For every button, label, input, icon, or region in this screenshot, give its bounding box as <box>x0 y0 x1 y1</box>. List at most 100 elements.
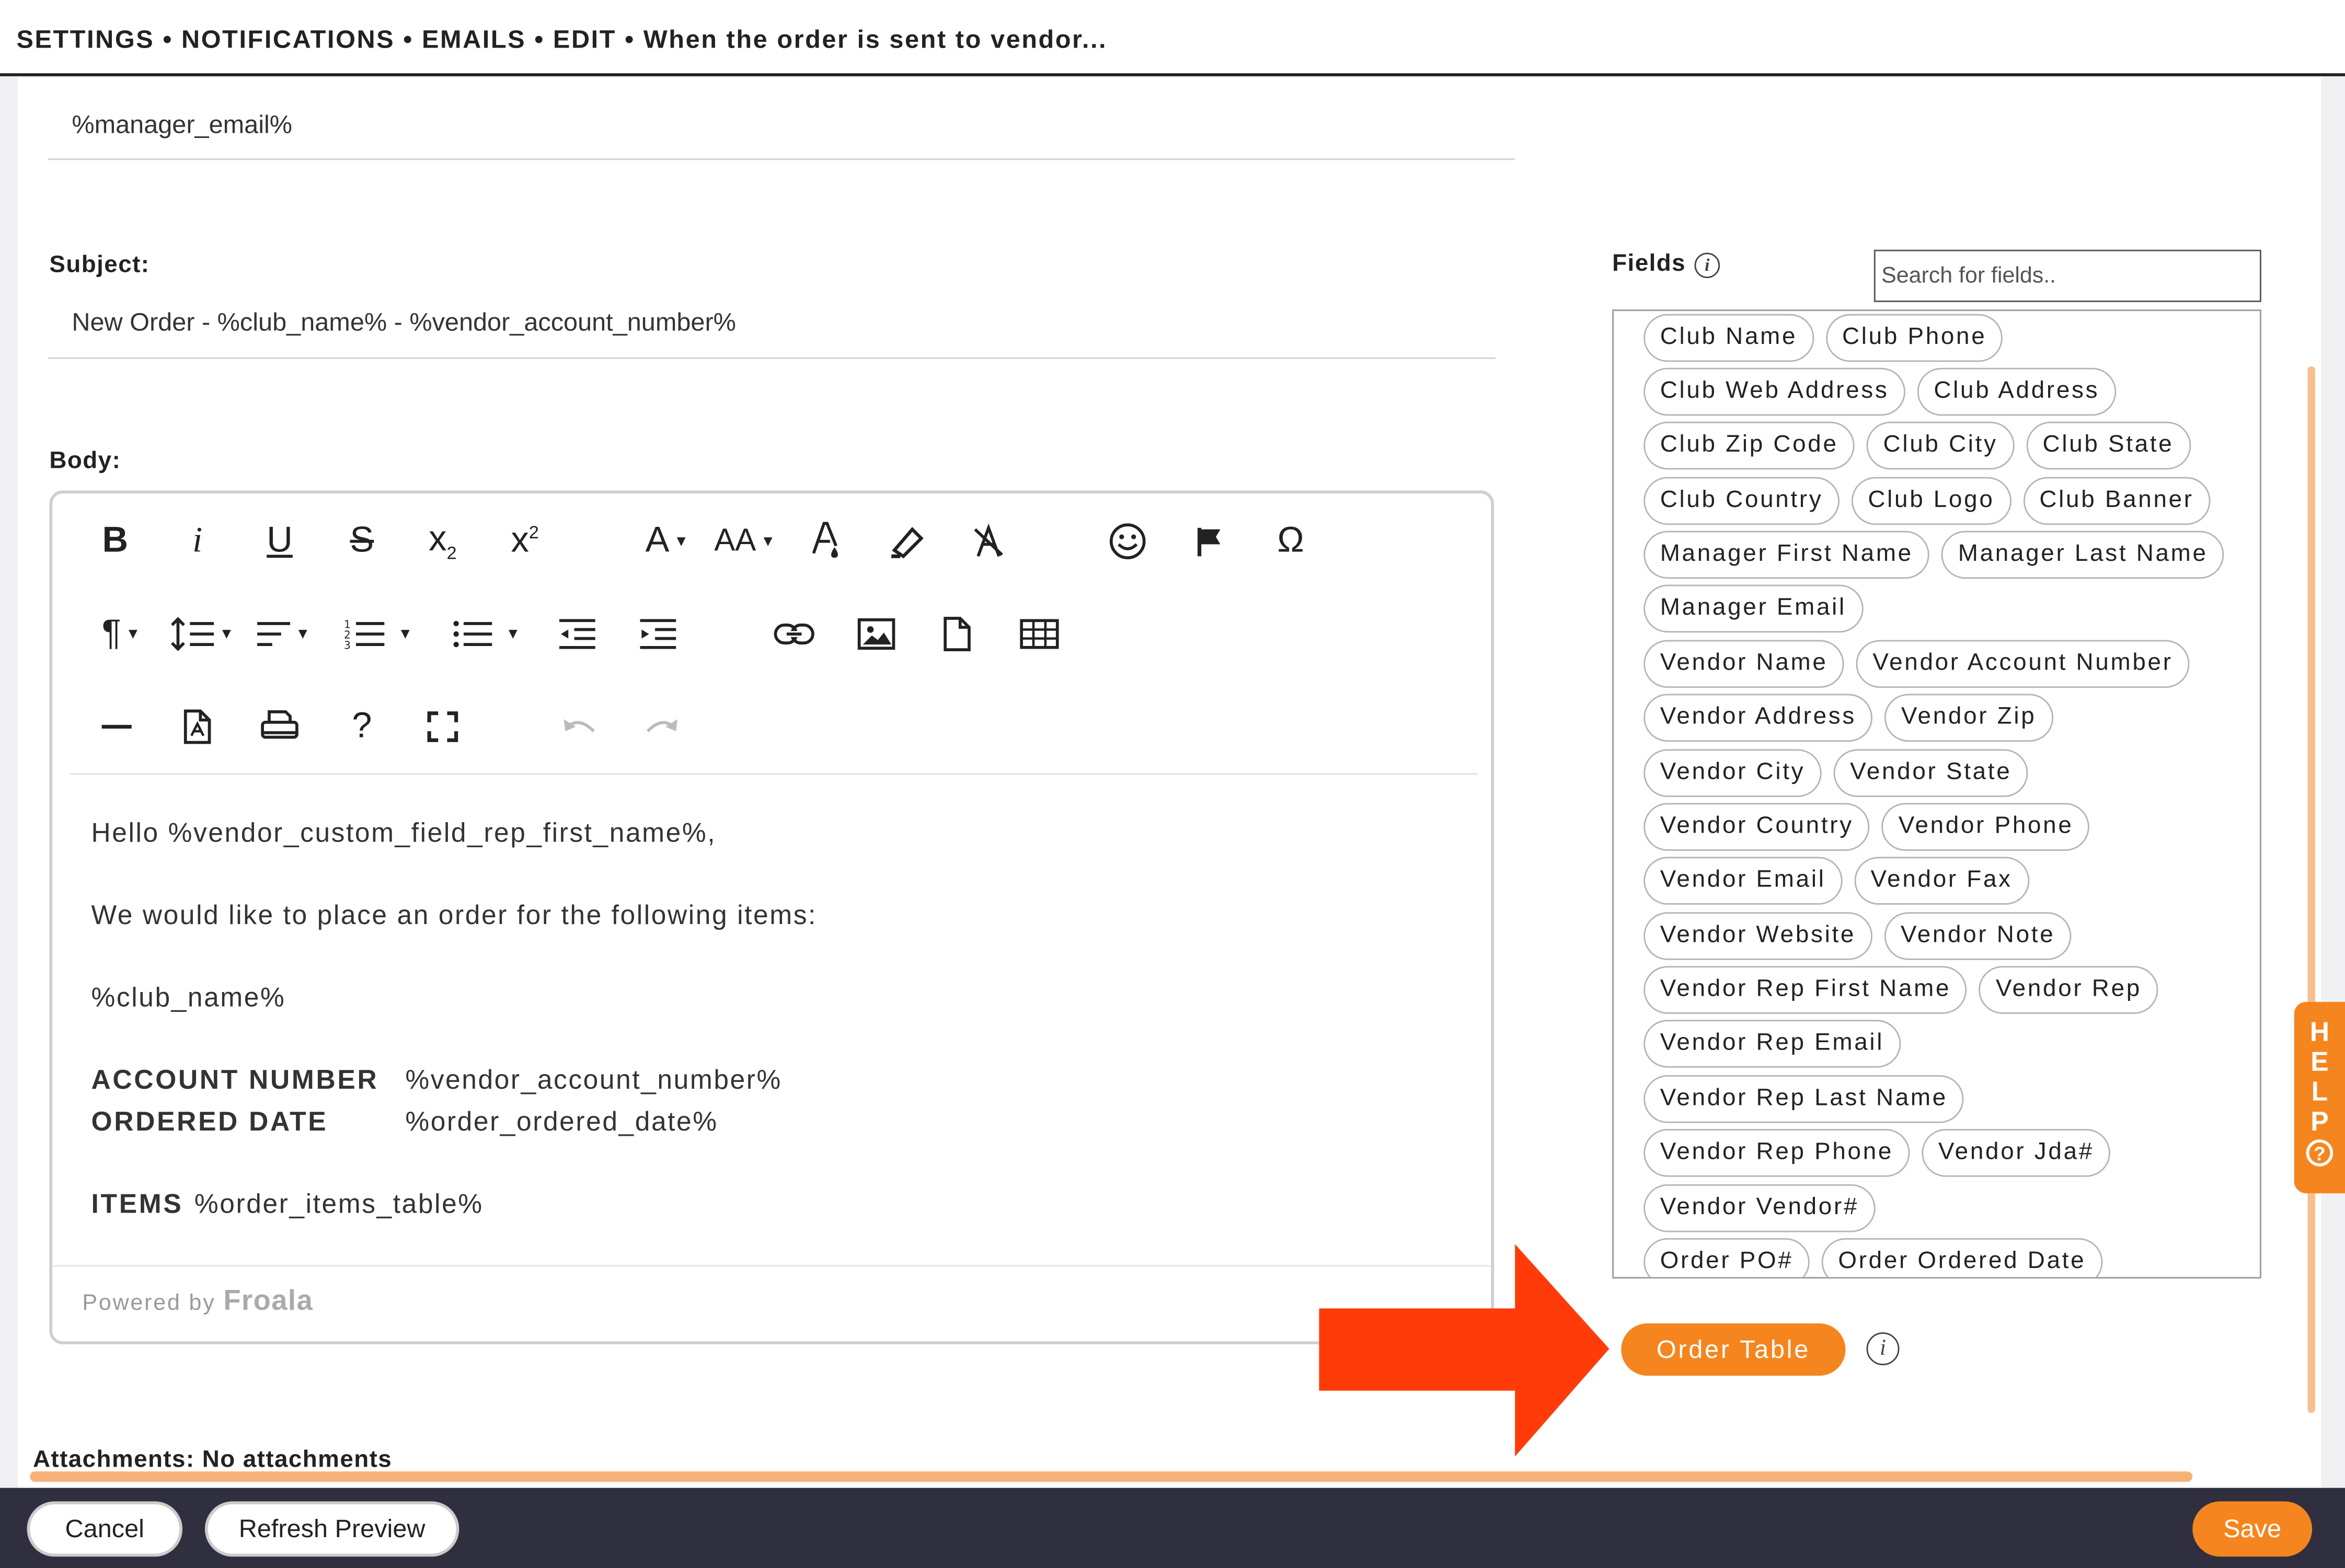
order-table-info-icon[interactable]: i <box>1866 1332 1900 1366</box>
field-chip-row: Club Country Club Logo Club Banner <box>1643 477 2211 525</box>
font-family-button[interactable]: A ▼ <box>636 516 698 567</box>
field-chip-row: Vendor City Vendor State <box>1643 749 2028 797</box>
account-number-label: ACCOUNT NUMBER <box>91 1065 379 1095</box>
field-chip[interactable]: Order PO# <box>1643 1238 1810 1277</box>
field-chip[interactable]: Club City <box>1867 421 2015 470</box>
field-chip[interactable]: Club Address <box>1917 367 2116 416</box>
insert-flag-button[interactable] <box>1185 516 1235 567</box>
field-chip[interactable]: Club Phone <box>1825 314 2003 362</box>
refresh-preview-button[interactable]: Refresh Preview <box>204 1501 459 1557</box>
field-chip[interactable]: Vendor Vendor# <box>1643 1184 1876 1232</box>
indent-icon <box>640 619 676 649</box>
field-chip[interactable]: Club Banner <box>2022 477 2211 525</box>
field-chip[interactable]: Vendor Rep First Name <box>1643 966 1968 1014</box>
font-size-button[interactable]: AA ▼ <box>710 516 779 567</box>
save-button[interactable]: Save <box>2192 1501 2313 1557</box>
horizontal-line-button[interactable] <box>91 701 142 752</box>
order-table-button[interactable]: Order Table <box>1621 1323 1846 1376</box>
clear-formatting-button[interactable] <box>963 516 1014 567</box>
outdent-button[interactable] <box>552 608 603 659</box>
help-tab[interactable]: H E L P ? <box>2294 1001 2345 1194</box>
field-chip[interactable]: Vendor City <box>1643 749 1822 797</box>
line-height-button[interactable]: ▼ <box>166 608 238 659</box>
field-chip[interactable]: Manager First Name <box>1643 531 1930 579</box>
underline-icon: U <box>267 520 293 561</box>
field-chip[interactable]: Vendor Rep Last Name <box>1643 1075 1964 1123</box>
field-chip[interactable]: Club State <box>2026 421 2190 470</box>
underline-button[interactable]: U <box>254 516 305 567</box>
horizontal-scrollbar[interactable] <box>30 1471 2193 1482</box>
fullscreen-button[interactable] <box>417 701 468 752</box>
field-chip-row: Vendor Country Vendor Phone <box>1643 803 2090 851</box>
italic-button[interactable]: i <box>172 516 223 567</box>
chevron-down-icon: ▼ <box>505 626 521 642</box>
toolbar-divider <box>70 773 1478 775</box>
undo-icon <box>564 719 595 733</box>
field-chip[interactable]: Vendor Phone <box>1882 803 2090 851</box>
paragraph-format-button[interactable]: ¶ ▼ <box>88 608 154 659</box>
insert-table-button[interactable] <box>1014 608 1065 659</box>
align-button[interactable]: ▼ <box>250 608 316 659</box>
image-icon <box>857 618 895 650</box>
field-chip[interactable]: Vendor Website <box>1643 912 1872 960</box>
field-chip[interactable]: Vendor Note <box>1884 912 2072 960</box>
field-chip[interactable]: Club Logo <box>1851 477 2011 525</box>
indent-button[interactable] <box>633 608 683 659</box>
field-chip[interactable]: Club Country <box>1643 477 1840 525</box>
special-characters-button[interactable]: Ω <box>1265 516 1316 567</box>
field-chip[interactable]: Vendor State <box>1833 749 2028 797</box>
undo-button[interactable] <box>555 701 605 752</box>
field-chip[interactable]: Club Zip Code <box>1643 421 1855 470</box>
field-chip[interactable]: Vendor Fax <box>1854 857 2029 905</box>
pilcrow-icon: ¶ <box>101 613 121 654</box>
cancel-button[interactable]: Cancel <box>27 1501 183 1557</box>
omega-icon: Ω <box>1277 520 1304 561</box>
subscript-button[interactable]: x2 <box>417 516 468 567</box>
field-chip[interactable]: Manager Email <box>1643 584 1863 633</box>
field-chip[interactable]: Vendor Rep Email <box>1643 1020 1901 1068</box>
field-chip-row: Vendor Rep First Name Vendor Rep <box>1643 966 2158 1014</box>
items-label: ITEMS <box>91 1189 183 1219</box>
field-chip-row: Manager First Name Manager Last Name <box>1643 531 2225 579</box>
info-icon[interactable]: i <box>1695 252 1720 278</box>
field-chip[interactable]: Vendor Jda# <box>1922 1129 2111 1177</box>
froala-logo[interactable]: Froala <box>223 1286 313 1317</box>
text-color-button[interactable] <box>800 516 851 567</box>
field-chip[interactable]: Manager Last Name <box>1941 531 2225 579</box>
superscript-button[interactable]: x2 <box>500 516 550 567</box>
field-chip[interactable]: Vendor Address <box>1643 694 1873 742</box>
redo-button[interactable] <box>636 701 686 752</box>
field-chip[interactable]: Club Name <box>1643 314 1814 362</box>
field-chip[interactable]: Club Web Address <box>1643 367 1906 416</box>
greeting-line: Hello %vendor_custom_field_rep_first_nam… <box>91 817 717 848</box>
field-chip[interactable]: Vendor Name <box>1643 640 1845 688</box>
field-chip[interactable]: Vendor Country <box>1643 803 1870 851</box>
bold-button[interactable]: B <box>90 516 141 567</box>
field-chip-row: Vendor Rep Last Name <box>1643 1075 1964 1123</box>
field-chip-row: Order PO# Order Ordered Date <box>1643 1238 2102 1277</box>
highlight-button[interactable] <box>882 516 933 567</box>
field-chip[interactable]: Order Ordered Date <box>1821 1238 2102 1277</box>
help-button[interactable]: ? <box>337 701 387 752</box>
field-chip[interactable]: Vendor Rep Phone <box>1643 1129 1910 1177</box>
vertical-scrollbar[interactable] <box>2307 366 2315 1413</box>
ordered-list-button[interactable]: 1 2 3 ▼ <box>337 608 420 659</box>
field-chip[interactable]: Vendor Account Number <box>1856 640 2190 688</box>
fields-search-input[interactable] <box>1873 249 2261 302</box>
subject-input[interactable]: New Order - %club_name% - %vendor_accoun… <box>48 308 1496 359</box>
emoticons-button[interactable] <box>1102 516 1153 567</box>
field-chip[interactable]: Vendor Rep <box>1979 966 2158 1014</box>
print-button[interactable] <box>254 701 305 752</box>
unordered-list-button[interactable]: ▼ <box>444 608 528 659</box>
fields-title: Fields i <box>1612 251 1720 278</box>
field-chip[interactable]: Vendor Zip <box>1884 694 2053 742</box>
to-field[interactable]: %manager_email% <box>48 111 1515 160</box>
strikethrough-button[interactable]: S <box>337 516 387 567</box>
export-pdf-button[interactable] <box>172 701 223 752</box>
insert-link-button[interactable] <box>769 608 820 659</box>
field-chip-row: Manager Email <box>1643 584 1863 633</box>
field-chip[interactable]: Vendor Email <box>1643 857 1843 905</box>
insert-image-button[interactable] <box>851 608 902 659</box>
insert-file-button[interactable] <box>932 608 982 659</box>
ordered-date-value: %order_ordered_date% <box>405 1106 718 1137</box>
